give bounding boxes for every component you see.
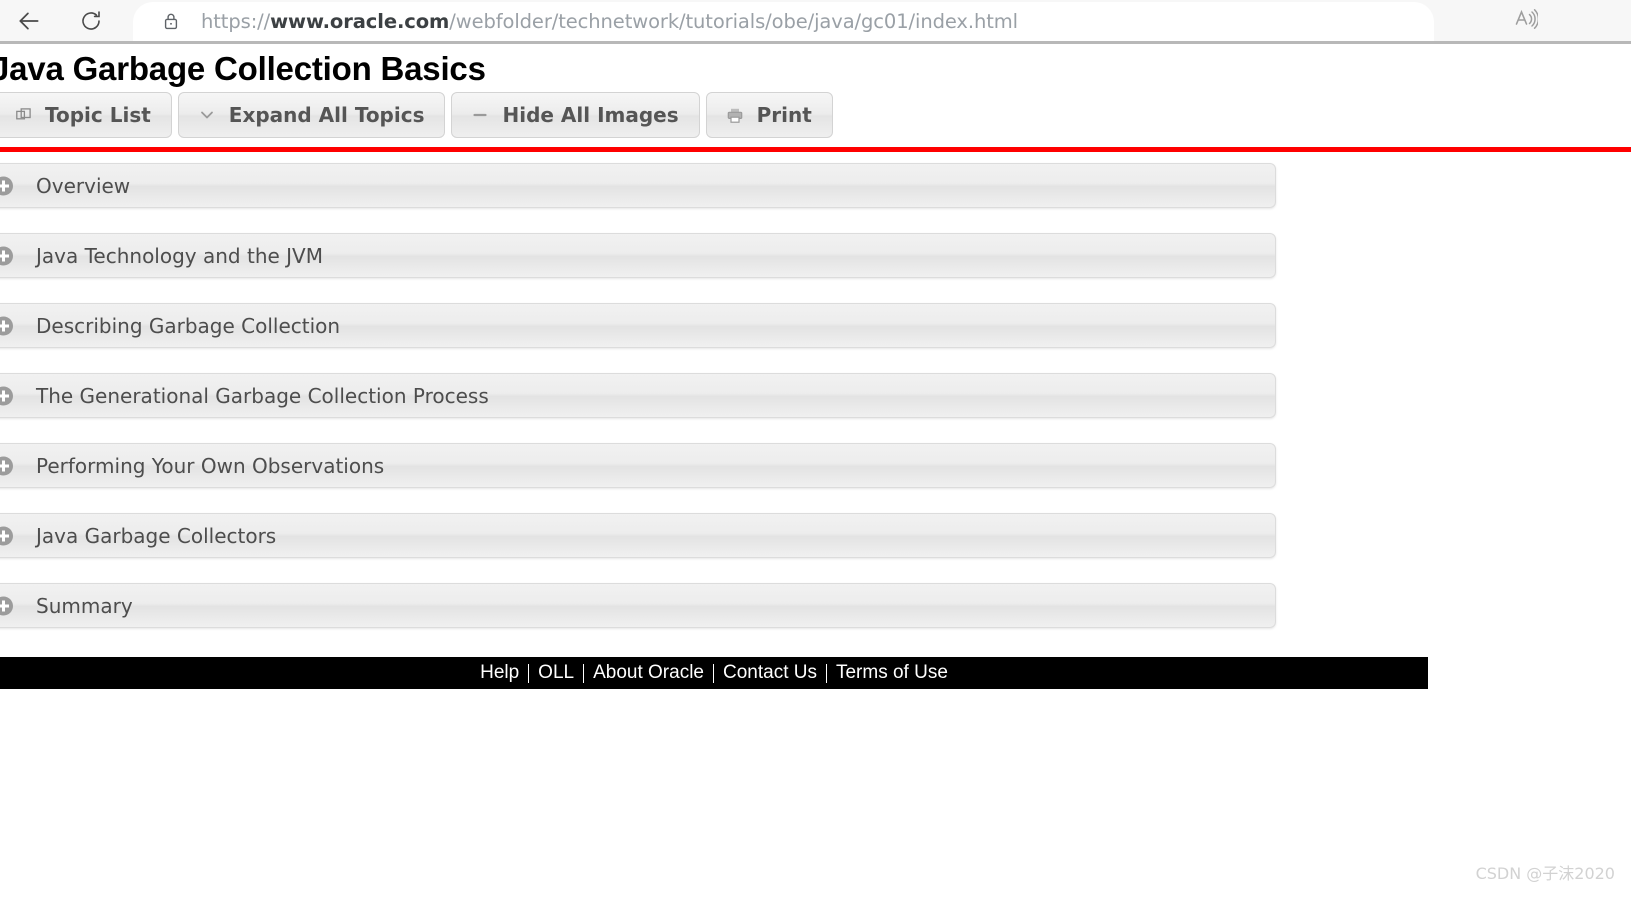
- plus-circle-icon: [0, 176, 13, 195]
- reload-icon: [79, 9, 103, 33]
- footer-link-about-oracle[interactable]: About Oracle: [584, 662, 713, 684]
- accordion-item-label: Overview: [36, 173, 131, 198]
- plus-circle-icon: [0, 596, 13, 615]
- accordion-item-performing-your-own-observations[interactable]: Performing Your Own Observations: [0, 443, 1276, 488]
- expand-all-topics-label: Expand All Topics: [228, 103, 425, 127]
- print-label: Print: [756, 103, 812, 127]
- url-domain: www.oracle.com: [270, 10, 450, 33]
- accordion-item-describing-garbage-collection[interactable]: Describing Garbage Collection: [0, 303, 1276, 348]
- accordion-item-label: Describing Garbage Collection: [36, 313, 341, 338]
- topic-accordion: Overview Java Technology and the JVM Des…: [0, 163, 1276, 653]
- accordion-item-the-generational-garbage-collection-process[interactable]: The Generational Garbage Collection Proc…: [0, 373, 1276, 418]
- accordion-item-java-garbage-collectors[interactable]: Java Garbage Collectors: [0, 513, 1276, 558]
- hide-all-images-button[interactable]: Hide All Images: [451, 92, 700, 138]
- accordion-item-overview[interactable]: Overview: [0, 163, 1276, 208]
- site-footer: Help OLL About Oracle Contact Us Terms o…: [0, 657, 1428, 689]
- footer-link-oll[interactable]: OLL: [529, 662, 583, 684]
- topic-list-button[interactable]: Topic List: [0, 92, 172, 138]
- footer-links: Help OLL About Oracle Contact Us Terms o…: [471, 662, 957, 684]
- plus-circle-icon: [0, 386, 13, 405]
- topic-list-label: Topic List: [45, 103, 151, 127]
- url-scheme: https://: [201, 10, 271, 33]
- accordion-item-summary[interactable]: Summary: [0, 583, 1276, 628]
- accordion-item-label: Performing Your Own Observations: [36, 453, 385, 478]
- read-aloud-icon: [1512, 7, 1540, 35]
- plus-circle-icon: [0, 526, 13, 545]
- red-divider: [0, 147, 1631, 152]
- print-button[interactable]: Print: [705, 92, 833, 138]
- topic-toolbar: Topic List Expand All Topics Hide All Im…: [0, 92, 833, 140]
- hide-all-images-label: Hide All Images: [502, 103, 679, 127]
- plus-circle-icon: [0, 246, 13, 265]
- back-arrow-icon: [16, 8, 42, 34]
- accordion-item-label: Java Garbage Collectors: [36, 523, 277, 548]
- url-text: https://www.oracle.com/webfolder/technet…: [201, 2, 1018, 41]
- back-button[interactable]: [10, 2, 48, 40]
- footer-link-terms-of-use[interactable]: Terms of Use: [827, 662, 957, 684]
- lock-icon: [161, 9, 181, 33]
- address-bar[interactable]: https://www.oracle.com/webfolder/technet…: [133, 2, 1434, 41]
- minus-icon: [472, 107, 488, 123]
- accordion-item-label: The Generational Garbage Collection Proc…: [36, 383, 489, 408]
- windows-copy-icon: [15, 107, 31, 123]
- footer-link-help[interactable]: Help: [471, 662, 528, 684]
- accordion-item-java-technology-and-the-jvm[interactable]: Java Technology and the JVM: [0, 233, 1276, 278]
- expand-all-topics-button[interactable]: Expand All Topics: [177, 92, 446, 138]
- watermark: CSDN @子沫2020: [1475, 864, 1615, 883]
- page-title: Java Garbage Collection Basics: [0, 50, 486, 87]
- chevron-down-icon: [199, 107, 215, 123]
- plus-circle-icon: [0, 316, 13, 335]
- plus-circle-icon: [0, 456, 13, 475]
- page-content: Java Garbage Collection Basics Topic Lis…: [0, 44, 1631, 897]
- accordion-item-label: Summary: [36, 593, 133, 618]
- url-path: /webfolder/technetwork/tutorials/obe/jav…: [449, 10, 1018, 33]
- read-aloud-button[interactable]: [1505, 2, 1545, 40]
- printer-icon: [727, 107, 743, 123]
- browser-chrome: https://www.oracle.com/webfolder/technet…: [0, 0, 1631, 41]
- reload-button[interactable]: [72, 2, 110, 40]
- footer-link-contact-us[interactable]: Contact Us: [714, 662, 826, 684]
- accordion-item-label: Java Technology and the JVM: [36, 243, 323, 268]
